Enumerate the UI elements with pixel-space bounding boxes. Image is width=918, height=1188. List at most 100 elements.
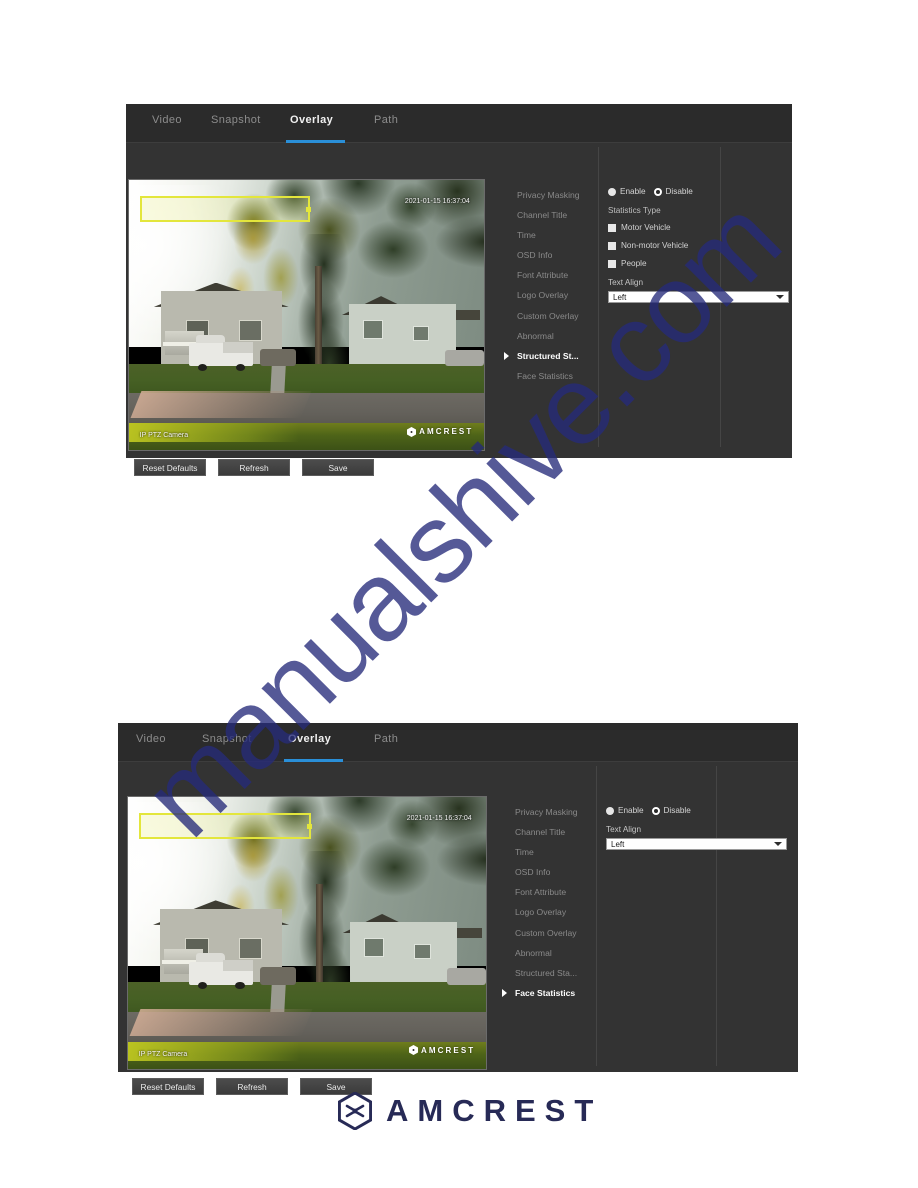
action-button-row-panel-one: Reset Defaults Refresh Save — [134, 459, 374, 476]
radio-enable-icon[interactable] — [608, 187, 616, 196]
menu-item-time[interactable]: Time — [509, 231, 580, 240]
panel-two-body: 2021-01-15 16:37:04 IP PTZ Camera AMCRES… — [118, 762, 798, 1095]
channel-title-overlay-box-2[interactable] — [138, 813, 312, 840]
footer-brand-wordmark: AMCREST — [386, 1093, 603, 1128]
tab-video-2[interactable]: Video — [136, 733, 166, 745]
scene-car-driveway — [260, 348, 296, 367]
amcrest-hex-icon — [407, 426, 417, 437]
text-align-selected-value-2: Left — [611, 839, 625, 849]
menu-item-font-attribute[interactable]: Font Attribute — [509, 271, 580, 280]
scene-center-tree — [292, 234, 357, 386]
refresh-button[interactable]: Refresh — [218, 459, 290, 476]
text-align-label: Text Align — [608, 278, 644, 287]
menu-item-privacy-masking[interactable]: Privacy Masking — [509, 191, 580, 200]
chevron-down-icon-2[interactable] — [774, 842, 782, 846]
overlay-resize-handle[interactable] — [306, 206, 312, 212]
radio-option-enable[interactable]: Enable — [608, 187, 646, 196]
osd-amcrest-watermark-2: AMCREST — [409, 1045, 476, 1056]
radio-disable-icon[interactable] — [653, 187, 662, 196]
checkbox-people[interactable] — [608, 259, 616, 268]
text-align-select[interactable]: Left — [608, 291, 789, 303]
menu-item-time-2[interactable]: Time — [507, 848, 578, 857]
tab-snapshot[interactable]: Snapshot — [211, 114, 261, 126]
face-statistics-panel: Video Snapshot Overlay Path 2021-01-15 1… — [118, 723, 798, 1095]
scene-window-left-b — [239, 320, 263, 342]
reset-defaults-button[interactable]: Reset Defaults — [134, 459, 206, 476]
osd-camera-name: IP PTZ Camera — [139, 432, 189, 440]
checkbox-motor-vehicle[interactable] — [608, 223, 616, 232]
tab-bar-panel-two: Video Snapshot Overlay Path — [118, 723, 798, 762]
checkbox-row-people[interactable]: People — [608, 259, 790, 268]
structured-statistics-panel: Video Snapshot Overlay Path 2021-01-15 1… — [126, 104, 792, 476]
menu-item-osd-info[interactable]: OSD Info — [509, 251, 580, 260]
channel-title-overlay-box[interactable] — [139, 196, 312, 222]
tab-path[interactable]: Path — [374, 114, 398, 126]
tab-overlay[interactable]: Overlay — [290, 114, 333, 126]
checkbox-row-non-motor-vehicle[interactable]: Non-motor Vehicle — [608, 241, 790, 250]
radio-disable-icon-2[interactable] — [651, 806, 660, 815]
menu-item-custom-overlay-2[interactable]: Custom Overlay — [507, 928, 578, 938]
osd-amcrest-watermark: AMCREST — [407, 426, 473, 437]
footer-amcrest-logo: AMCREST — [338, 1092, 602, 1130]
menu-item-font-attribute-2[interactable]: Font Attribute — [507, 888, 578, 897]
menu-item-face-statistics[interactable]: Face Statistics — [509, 372, 580, 381]
menu-item-custom-overlay[interactable]: Custom Overlay — [509, 311, 580, 321]
overlay-resize-handle-2[interactable] — [306, 824, 312, 830]
action-button-row-panel-two: Reset Defaults Refresh Save — [132, 1078, 372, 1095]
overlay-menu-list-panel-two: Privacy Masking Channel Title Time OSD I… — [502, 808, 578, 1009]
amcrest-hex-icon-2 — [409, 1045, 418, 1056]
refresh-button-2[interactable]: Refresh — [216, 1078, 288, 1095]
checkbox-non-motor-vehicle[interactable] — [608, 241, 616, 250]
scene-window-right-a — [363, 320, 384, 339]
menu-item-structured-statistics-2[interactable]: Structured Sta... — [507, 969, 578, 978]
amcrest-hex-logo-icon — [338, 1092, 372, 1130]
scene-window-left-b-2 — [238, 938, 263, 960]
settings-panel-one: Enable Disable Statistics Type Motor Veh… — [608, 187, 790, 303]
menu-item-logo-overlay-2[interactable]: Logo Overlay — [507, 908, 578, 917]
reset-defaults-button-2[interactable]: Reset Defaults — [132, 1078, 204, 1095]
scene-truck-wheel-rear — [235, 363, 245, 371]
menu-item-channel-title-2[interactable]: Channel Title — [507, 828, 578, 837]
save-button[interactable]: Save — [302, 459, 374, 476]
text-align-select-2[interactable]: Left — [606, 838, 787, 850]
tab-video[interactable]: Video — [152, 114, 182, 126]
menu-item-osd-info-2[interactable]: OSD Info — [507, 868, 578, 877]
menu-item-structured-statistics[interactable]: Structured St... — [504, 352, 580, 361]
checkbox-people-label: People — [621, 259, 647, 268]
menu-item-abnormal[interactable]: Abnormal — [509, 332, 580, 341]
menu-item-privacy-masking-2[interactable]: Privacy Masking — [507, 808, 578, 817]
scene-center-tree-2 — [292, 851, 358, 1004]
radio-enable-label: Enable — [620, 187, 646, 196]
osd-timestamp: 2021-01-15 16:37:04 — [404, 197, 470, 205]
menu-item-abnormal-2[interactable]: Abnormal — [507, 949, 578, 958]
tab-bar-panel-one: Video Snapshot Overlay Path — [126, 104, 792, 143]
text-align-selected-value: Left — [613, 292, 627, 302]
osd-watermark-text-2: AMCREST — [421, 1045, 476, 1055]
scene-truck-wheel-front — [198, 363, 208, 371]
enable-disable-radio-group-2: Enable Disable — [606, 806, 788, 815]
radio-option-disable-2[interactable]: Disable — [651, 806, 691, 815]
scene-truck-bed-2 — [222, 960, 254, 972]
scene-driveway-2 — [129, 1009, 313, 1037]
radio-option-enable-2[interactable]: Enable — [606, 806, 644, 815]
scene-driveway — [130, 390, 312, 418]
tab-path-2[interactable]: Path — [374, 733, 398, 745]
panel-one-body: 2021-01-15 16:37:04 IP PTZ Camera AMCRES… — [126, 143, 792, 476]
checkbox-row-motor-vehicle[interactable]: Motor Vehicle — [608, 223, 790, 232]
video-preview-panel-one[interactable]: 2021-01-15 16:37:04 IP PTZ Camera AMCRES… — [128, 179, 485, 451]
menu-item-face-statistics-2[interactable]: Face Statistics — [502, 989, 578, 998]
column-divider-one-2 — [596, 766, 597, 1066]
scene-truck-wheel-front-2 — [197, 981, 208, 990]
tab-overlay-2[interactable]: Overlay — [288, 733, 331, 745]
radio-enable-icon-2[interactable] — [606, 806, 614, 815]
chevron-down-icon[interactable] — [776, 295, 784, 299]
scene-truck-wheel-rear-2 — [235, 981, 245, 990]
video-preview-panel-two[interactable]: 2021-01-15 16:37:04 IP PTZ Camera AMCRES… — [127, 796, 487, 1070]
scene-car-right-2 — [446, 968, 486, 985]
settings-panel-two: Enable Disable Text Align Left — [606, 806, 788, 850]
tab-snapshot-2[interactable]: Snapshot — [202, 733, 252, 745]
menu-item-channel-title[interactable]: Channel Title — [509, 211, 580, 220]
menu-item-logo-overlay[interactable]: Logo Overlay — [509, 291, 580, 300]
radio-option-disable[interactable]: Disable — [653, 187, 693, 196]
statistics-type-label: Statistics Type — [608, 206, 661, 215]
